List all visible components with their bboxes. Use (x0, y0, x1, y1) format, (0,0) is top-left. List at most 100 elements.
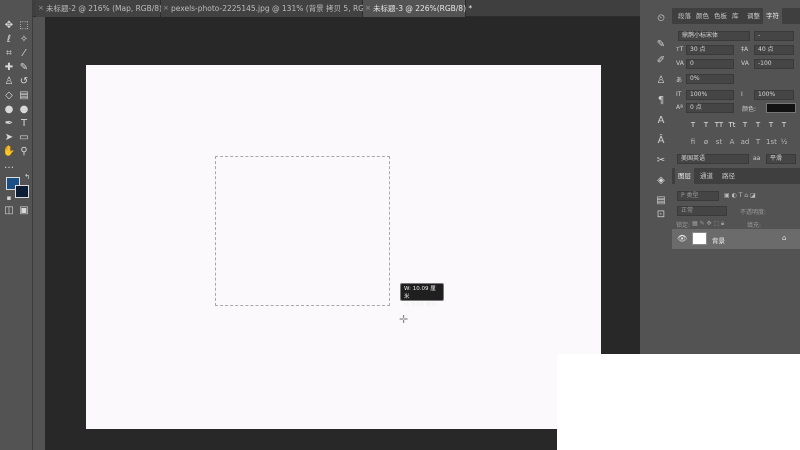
gradient-tool-icon[interactable]: ▤ (17, 90, 31, 102)
dodge-tool-icon[interactable]: ● (17, 104, 31, 116)
font-style-select[interactable]: - (754, 31, 794, 41)
crosshair-cursor-icon: ✛ (399, 313, 409, 326)
marquee-tool-icon[interactable]: ⬚ (17, 20, 31, 32)
baseline-shift-field[interactable]: 0 点 (686, 103, 734, 113)
close-icon[interactable]: × (38, 0, 44, 17)
swap-colors-icon[interactable]: ↰ (20, 171, 34, 183)
superscript-button[interactable]: T (740, 120, 750, 130)
tab-color[interactable]: 颜色 (696, 8, 709, 24)
tooltip-width: W: 10.09 厘米 (404, 286, 436, 300)
stylistic-alternates-button[interactable]: ad (740, 137, 750, 147)
all-caps-button[interactable]: TT (714, 120, 724, 130)
crop-tool-icon[interactable]: ⌗ (2, 48, 16, 60)
visibility-eye-icon[interactable]: 👁︎ (677, 234, 687, 243)
faux-italic-button[interactable]: T (701, 120, 711, 130)
layer-row-background[interactable]: 👁︎ 背景 ⌂ (672, 229, 800, 249)
character-icon[interactable]: A (654, 114, 668, 128)
document-tabs: × 未标题-2 @ 216% (Map, RGB/8) * × pexels-p… (33, 0, 640, 17)
background-color-swatch[interactable] (15, 185, 29, 198)
layers-panel-tabs: 图层 通道 路径 (672, 168, 800, 184)
blur-tool-icon[interactable]: ● (2, 104, 16, 116)
filter-icons[interactable]: ▣ ◐ T ⌂ ◪ (724, 192, 756, 199)
eyedropper-tool-icon[interactable]: ⁄ (17, 48, 31, 60)
hand-tool-icon[interactable]: ✋ (2, 146, 16, 158)
small-caps-button[interactable]: Tt (727, 120, 737, 130)
zoom-tool-icon[interactable]: ⚲ (17, 146, 31, 158)
panel-icon-strip: ⏲ ✎ ✐ ♙ ¶ A Â ✂ ◈ ▤ ⊡ (650, 8, 672, 220)
tab-label: 未标题-3 @ 226%(RGB/8) * (373, 4, 473, 13)
marquee-selection[interactable] (215, 156, 390, 306)
fractions-button[interactable]: ½ (779, 137, 789, 147)
vertical-scale-field[interactable]: 100% (686, 90, 734, 100)
strikethrough-button[interactable]: T (779, 120, 789, 130)
tab-libraries[interactable]: 库 (732, 8, 739, 24)
brush-tool-icon[interactable]: ✎ (17, 62, 31, 74)
tab-adjustments[interactable]: 调整 (747, 8, 760, 24)
brush-settings-icon[interactable]: ✎ (654, 38, 668, 52)
layer-name: 背景 (712, 237, 725, 245)
tab-swatches[interactable]: 色板 (714, 8, 727, 24)
path-selection-tool-icon[interactable]: ➤ (2, 132, 16, 144)
healing-brush-tool-icon[interactable]: ✚ (2, 62, 16, 74)
font-size-field[interactable]: 30 点 (686, 45, 734, 55)
tab-character[interactable]: 字符 (763, 8, 782, 24)
lasso-tool-icon[interactable]: ℓ (2, 34, 16, 46)
antialias-select[interactable]: 平滑 (766, 154, 796, 164)
history-brush-tool-icon[interactable]: ↺ (17, 76, 31, 88)
tab-channels[interactable]: 通道 (700, 168, 713, 184)
horizontal-scale-field[interactable]: 100% (754, 90, 794, 100)
tracking-field[interactable]: -100 (754, 59, 794, 69)
eraser-tool-icon[interactable]: ◇ (2, 90, 16, 102)
lock-icon[interactable]: ⌂ (782, 234, 786, 242)
clone-stamp-tool-icon[interactable]: ♙ (2, 76, 16, 88)
underline-button[interactable]: T (766, 120, 776, 130)
swash-button[interactable]: A (727, 137, 737, 147)
tab-pexels-photo[interactable]: × pexels-photo-2225145.jpg @ 131% (背景 拷贝… (161, 0, 386, 17)
properties-icon[interactable]: ⊡ (654, 208, 668, 222)
more-tools-icon[interactable]: … (2, 160, 16, 172)
paragraph-icon[interactable]: ¶ (654, 94, 668, 108)
leading-field[interactable]: 40 点 (754, 45, 794, 55)
type-tool-icon[interactable]: T (17, 118, 31, 130)
tab-doc-3[interactable]: × 未标题-3 @ 226%(RGB/8) * (363, 0, 472, 17)
close-icon[interactable]: × (365, 0, 371, 17)
tab-doc-2[interactable]: × 未标题-2 @ 216% (Map, RGB/8) * (36, 0, 168, 17)
history-icon[interactable]: ⏲ (654, 12, 668, 26)
tools-settings-icon[interactable]: ✂ (654, 154, 668, 168)
tsume-icon: あ (676, 77, 683, 84)
text-color-swatch[interactable] (766, 103, 796, 113)
white-overlay-area (557, 354, 800, 450)
blend-mode-select[interactable]: 正常 (677, 206, 727, 216)
language-select[interactable]: 美国英语 (677, 154, 749, 164)
titling-alternates-button[interactable]: T (753, 137, 763, 147)
notes-icon[interactable]: ▤ (654, 194, 668, 208)
contextual-alternates-button[interactable]: ø (701, 137, 711, 147)
layer-filter-select[interactable]: P 类型 (677, 191, 719, 201)
quick-mask-icon[interactable]: ◫ (2, 205, 16, 217)
glyphs-icon[interactable]: Â (654, 134, 668, 148)
brushes-icon[interactable]: ✐ (654, 54, 668, 68)
subscript-button[interactable]: T (753, 120, 763, 130)
screen-mode-icon[interactable]: ▣ (17, 205, 31, 217)
kerning-field[interactable]: 0 (686, 59, 734, 69)
lock-icons[interactable]: ▦ ✎ ✥ ⬚ 🔒︎ (692, 220, 724, 228)
faux-bold-button[interactable]: T (688, 120, 698, 130)
tab-paragraph[interactable]: 段落 (678, 8, 691, 24)
tab-paths[interactable]: 路径 (722, 168, 735, 184)
rectangle-tool-icon[interactable]: ▭ (17, 132, 31, 144)
clone-source-icon[interactable]: ♙ (654, 74, 668, 88)
tab-layers[interactable]: 图层 (675, 168, 694, 184)
tooltip-height: H: 8.68 厘米 (404, 302, 437, 308)
move-tool-icon[interactable]: ✥ (2, 20, 16, 32)
close-icon[interactable]: × (163, 0, 169, 17)
tsume-field[interactable]: 0% (686, 74, 734, 84)
default-colors-icon[interactable]: ▪ (2, 192, 16, 204)
pen-tool-icon[interactable]: ✒ (2, 118, 16, 130)
character-panel-tabs: 段落 颜色 色板 库 调整 字符 (672, 8, 800, 24)
3d-icon[interactable]: ◈ (654, 174, 668, 188)
ligatures-button[interactable]: fi (688, 137, 698, 147)
ordinals-button[interactable]: 1st (766, 137, 777, 147)
discretionary-ligatures-button[interactable]: st (714, 137, 724, 147)
font-family-select[interactable]: 鼎鹊小标宋体 (678, 31, 750, 41)
magic-wand-tool-icon[interactable]: ✧ (17, 34, 31, 46)
